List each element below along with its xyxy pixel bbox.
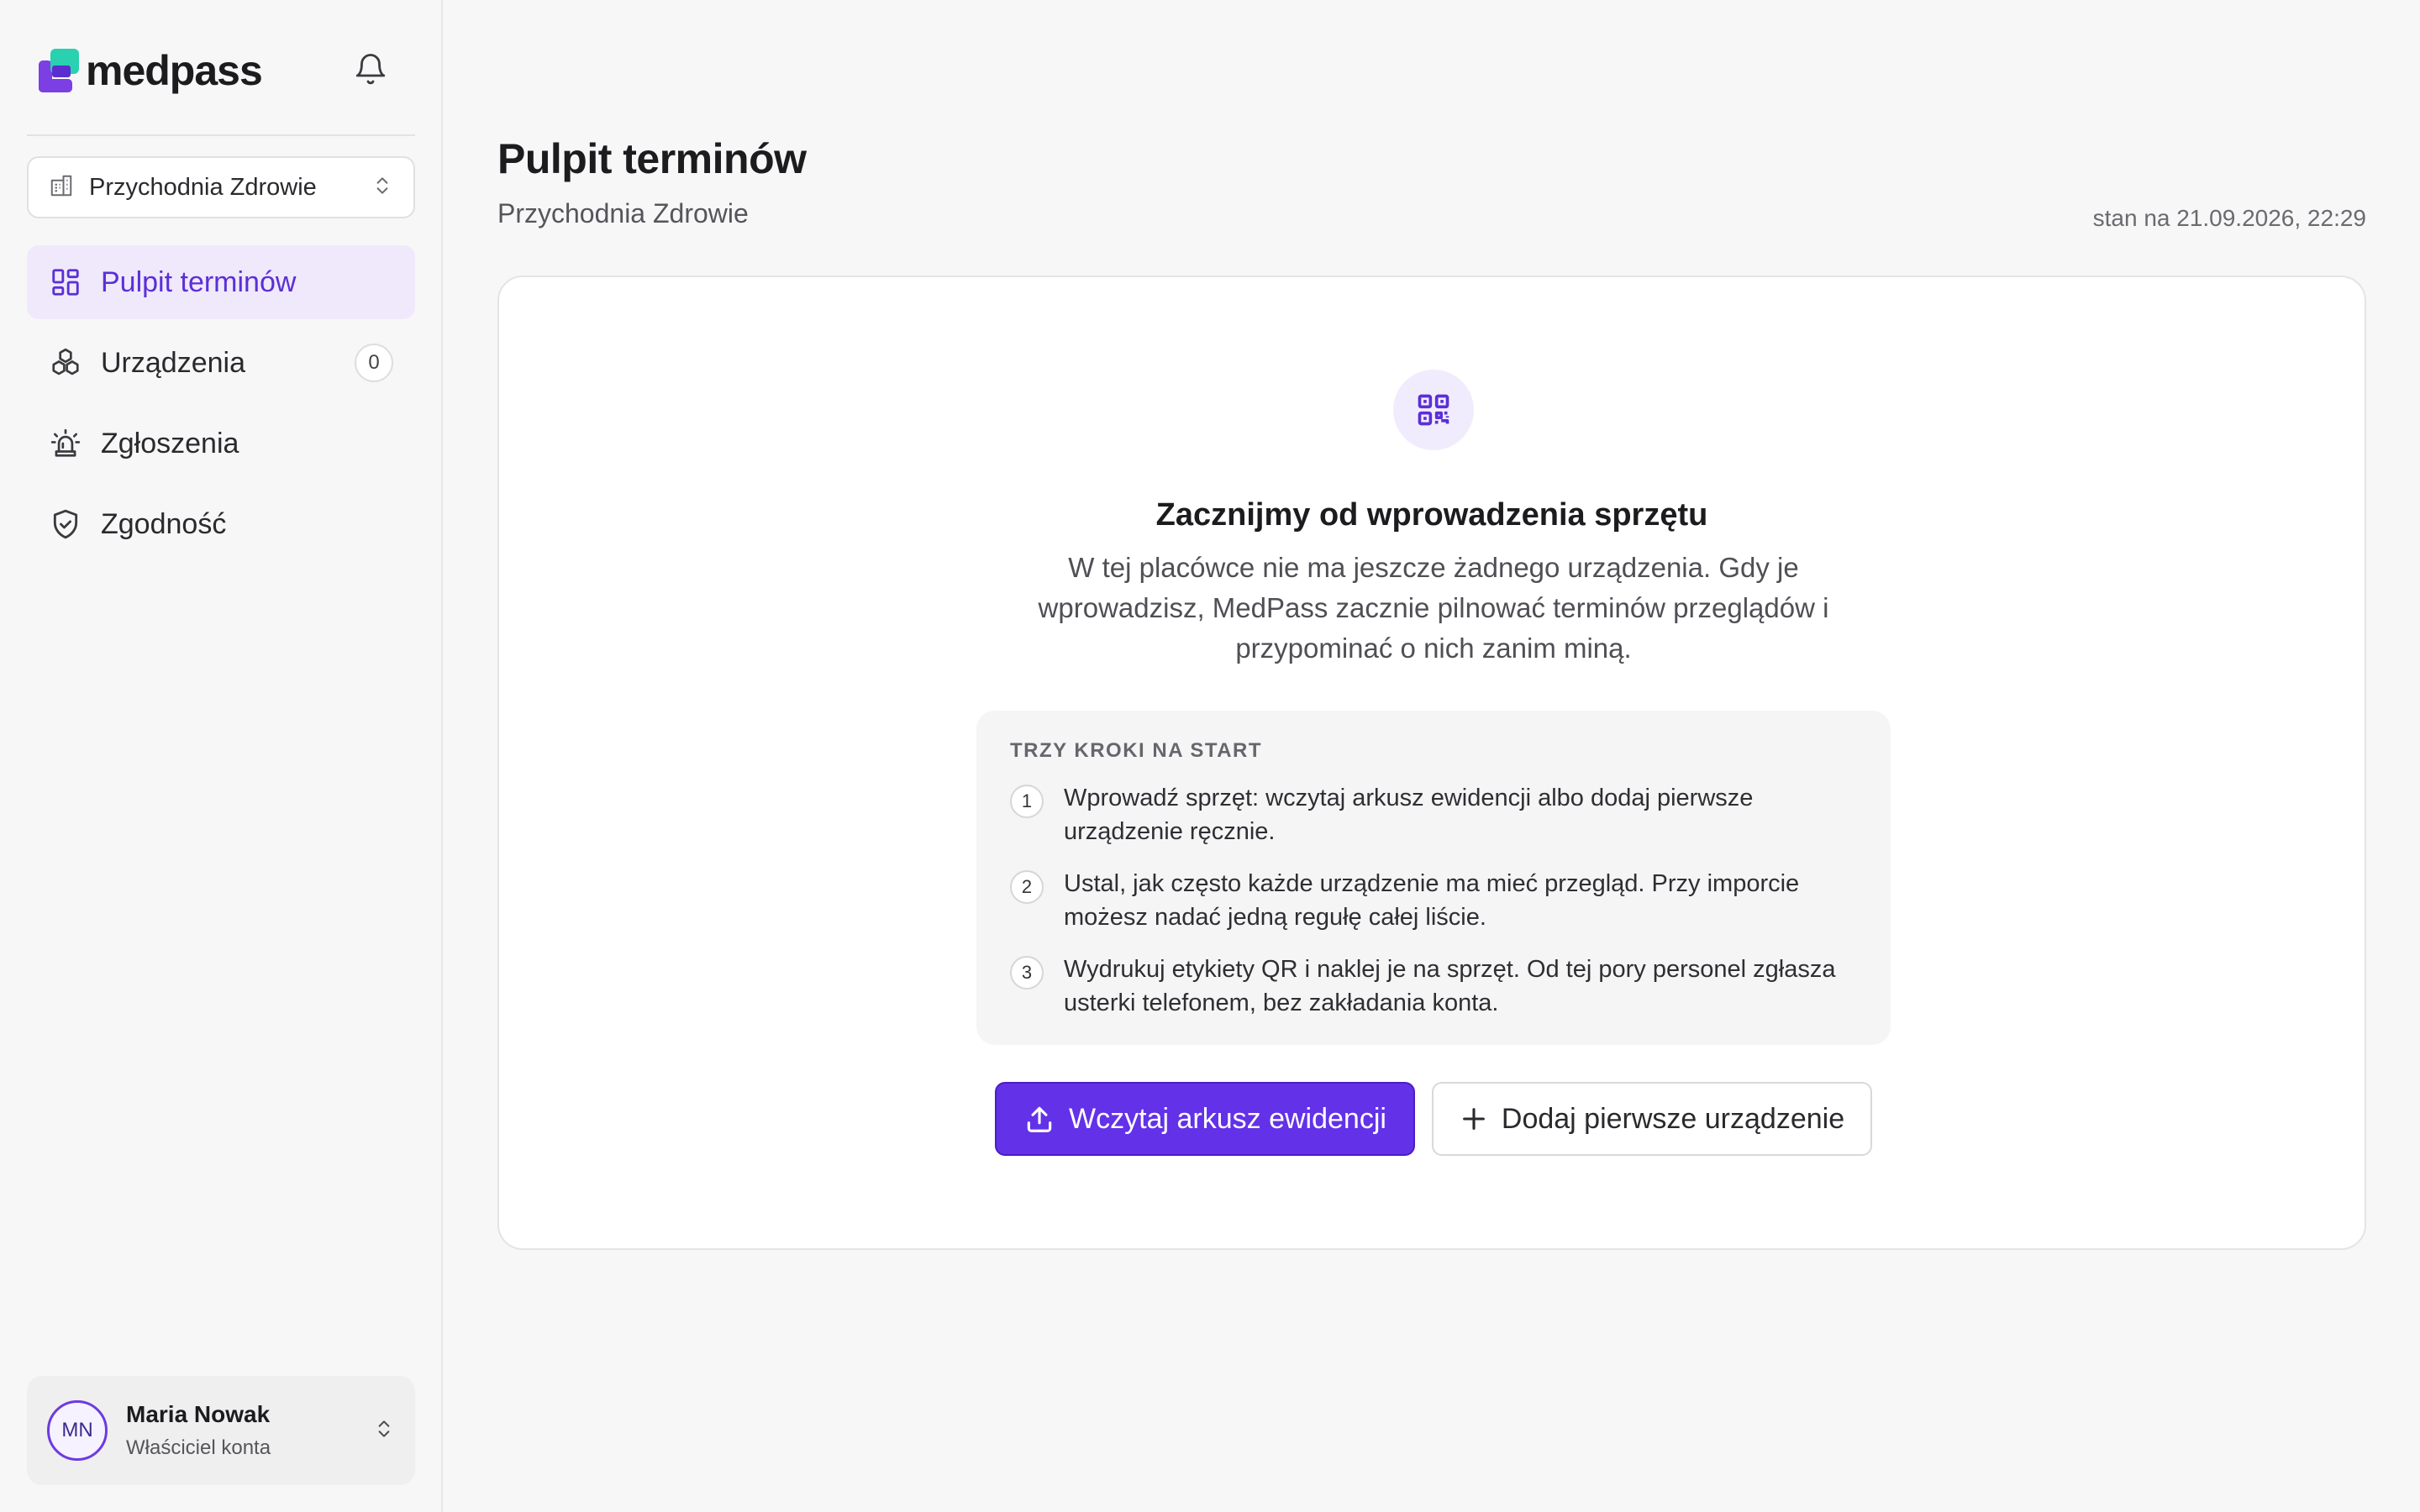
user-role: Właściciel konta: [126, 1436, 271, 1459]
button-label: Wczytaj arkusz ewidencji: [1069, 1102, 1386, 1135]
step-text: Wydrukuj etykiety QR i naklej je na sprz…: [1064, 956, 1836, 1016]
chevron-up-down-icon: [373, 1416, 395, 1446]
sidebar-item-compliance[interactable]: Zgodność: [27, 487, 415, 561]
add-device-button[interactable]: Dodaj pierwsze urządzenie: [1432, 1082, 1872, 1156]
avatar: MN: [47, 1400, 108, 1461]
page-title: Pulpit terminów: [497, 135, 807, 182]
step-number: 3: [1010, 956, 1044, 990]
sidebar-item-devices[interactable]: Urządzenia 0: [27, 326, 415, 400]
brand-logo[interactable]: medpass: [39, 47, 263, 94]
empty-state-title: Zacznijmy od wprowadzenia sprzętu: [1155, 497, 1708, 533]
devices-icon: [49, 346, 82, 380]
user-name: Maria Nowak: [126, 1401, 271, 1427]
upload-icon: [1023, 1103, 1055, 1135]
user-meta: Maria Nowak Właściciel konta: [126, 1401, 271, 1460]
sidebar-nav: Pulpit terminów Urządzenia 0 Zgłoszenia …: [27, 245, 415, 568]
notifications-bell-icon[interactable]: [353, 52, 388, 87]
devices-count-badge: 0: [355, 344, 393, 382]
step-number: 2: [1010, 870, 1044, 904]
sidebar-item-label: Pulpit terminów: [101, 265, 297, 298]
plus-icon: [1460, 1105, 1488, 1133]
steps-heading: TRZY KROKI NA START: [1010, 739, 1263, 762]
step-text: Wprowadź sprzęt: wczytaj arkusz ewidencj…: [1064, 785, 1754, 845]
clinic-selector[interactable]: Przychodnia Zdrowie: [27, 156, 415, 218]
sidebar-item-dashboard[interactable]: Pulpit terminów: [27, 245, 415, 319]
status-timestamp: stan na 21.09.2026, 22:29: [2092, 205, 2366, 231]
app-root: medpass Przychodnia Zdrowie Pulpit termi…: [0, 0, 2420, 1512]
sidebar-item-label: Urządzenia: [101, 346, 245, 379]
sidebar-divider: [27, 134, 415, 136]
qr-code-icon: [1393, 370, 1474, 450]
upload-sheet-button[interactable]: Wczytaj arkusz ewidencji: [995, 1082, 1415, 1156]
siren-icon: [49, 427, 82, 460]
list-item: 1 Wprowadź sprzęt: wczytaj arkusz ewiden…: [1010, 781, 1857, 848]
clinic-name: Przychodnia Zdrowie: [89, 173, 317, 201]
button-label: Dodaj pierwsze urządzenie: [1501, 1102, 1845, 1135]
empty-state-card: Zacznijmy od wprowadzenia sprzętu W tej …: [497, 276, 2366, 1250]
sidebar-item-reports[interactable]: Zgłoszenia: [27, 407, 415, 480]
chevron-up-down-icon: [371, 173, 393, 202]
step-number: 1: [1010, 785, 1044, 818]
user-menu[interactable]: MN Maria Nowak Właściciel konta: [27, 1376, 415, 1485]
list-item: 3 Wydrukuj etykiety QR i naklej je na sp…: [1010, 953, 1857, 1020]
brand-name: medpass: [86, 47, 263, 94]
sidebar-item-label: Zgłoszenia: [101, 427, 239, 459]
page-subtitle: Przychodnia Zdrowie: [497, 198, 749, 228]
empty-state-description: W tej placówce nie ma jeszcze żadnego ur…: [1038, 552, 1829, 664]
shield-check-icon: [49, 507, 82, 541]
step-text: Ustal, jak często każde urządzenie ma mi…: [1064, 870, 1800, 931]
building-icon: [49, 173, 74, 202]
medpass-logo-icon: [39, 49, 81, 92]
sidebar-item-label: Zgodność: [101, 507, 227, 540]
dashboard-icon: [49, 265, 82, 299]
list-item: 2 Ustal, jak często każde urządzenie ma …: [1010, 867, 1857, 934]
onboarding-steps: TRZY KROKI NA START 1 Wprowadź sprzęt: w…: [976, 711, 1891, 1045]
sidebar: medpass Przychodnia Zdrowie Pulpit termi…: [0, 0, 443, 1512]
